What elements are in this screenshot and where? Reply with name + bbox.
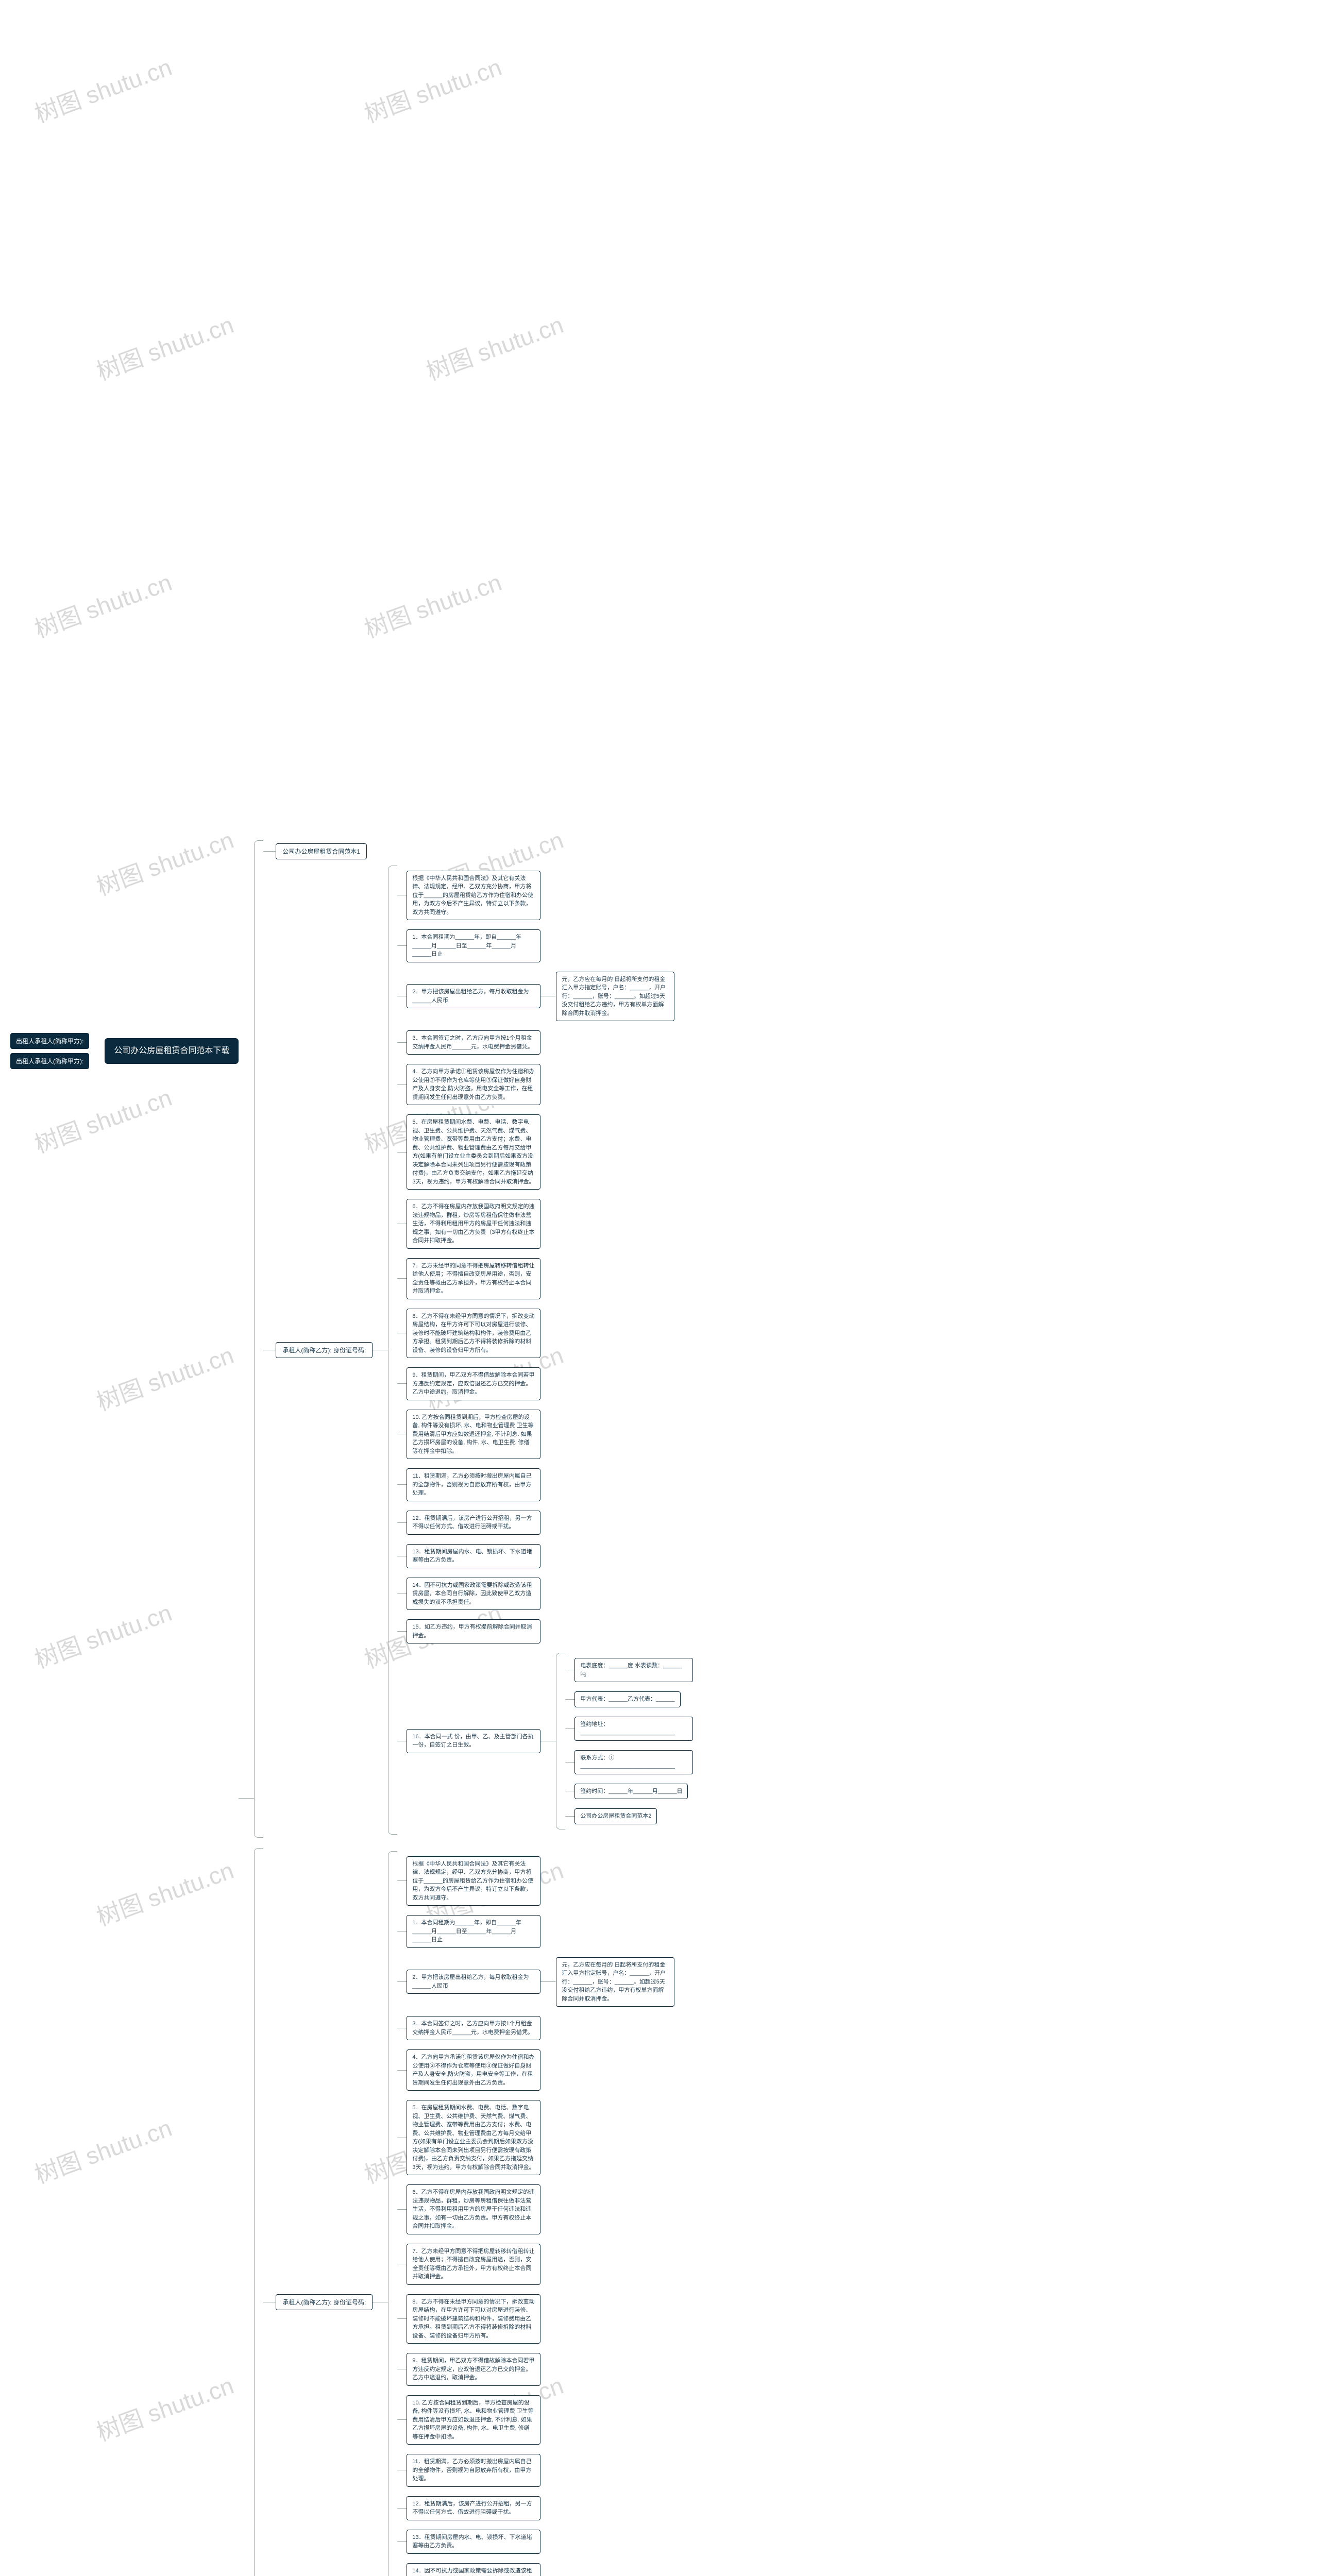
s1-clause-2-sub: 元，乙方应在每月的 日起将所支付的租金汇入甲方指定账号，户名：______，开户… bbox=[556, 972, 674, 1022]
s1-16-meter: 电表底度：______度 水表读数：______吨 bbox=[574, 1658, 693, 1682]
s2-clause-7: 7．乙方未经甲方同意不得把房屋转移转借租转让给他人使用；不得擅自改变房屋用途，否… bbox=[407, 2244, 540, 2285]
s1-clause-14: 14．因不可抗力或国家政策需要拆除或改造该租赁房屋，本合同自行解除，因此致使甲乙… bbox=[407, 1578, 540, 1611]
s2-intro: 根据《中华人民共和国合同法》及其它有关法律、法规规定，经甲、乙双方充分协商，甲方… bbox=[407, 1856, 540, 1906]
section2-lessee: 承租人(简称乙方): 身份证号码: bbox=[276, 2294, 373, 2310]
s1-16-address: 签约地址：______________________________ bbox=[574, 1717, 693, 1741]
section1-clauses: 根据《中华人民共和国合同法》及其它有关法律、法规规定，经甲、乙双方充分协商，甲方… bbox=[397, 866, 693, 1835]
s2-clause-2: 2．甲方把该房屋出租给乙方，每月收取租金为______人民币 bbox=[407, 1970, 540, 1994]
s2-clause-4: 4．乙方向甲方承诺①租赁该房屋仅作为住宿和办公使用②不得作为仓库等使用③保证做好… bbox=[407, 2049, 540, 2091]
s2-clause-2-sub: 元，乙方应在每月的 日起将所支付的租金汇入甲方指定账号，户名：______，开户… bbox=[556, 1957, 674, 2007]
s2-clause-14: 14．因不可抗力或国家政策需要拆除或改造该租赁房屋，本合同自行解除，因此致使甲乙… bbox=[407, 2563, 540, 2576]
s2-clause-1: 1．本合同租期为______年，即自______年______月______日至… bbox=[407, 1915, 540, 1948]
s1-clause-4: 4．乙方向甲方承诺①租赁该房屋仅作为住宿和办公使用②不得作为仓库等使用③保证做好… bbox=[407, 1064, 540, 1105]
s2-clause-3: 3．本合同签订之时，乙方应向甲方按1个月租金交纳押金人民币______元，水电费… bbox=[407, 2016, 540, 2040]
mindmap-root-container: 出租人承租人(简称甲方): 出租人承租人(简称甲方): 公司办公房屋租赁合同范本… bbox=[10, 21, 1309, 2576]
s1-clause-9: 9．租赁期间，甲乙双方不得借故解除本合同若甲方违反约定规定，应双倍退还乙方已交的… bbox=[407, 1367, 540, 1400]
s1-clause-5: 5．在房屋租赁期间水费、电费、电话、数字电视、卫生费、公共维护费、天然气费、煤气… bbox=[407, 1114, 540, 1190]
s2-clause-13: 13．租赁期间房屋内水、电、锁损坏、下水道堵塞等由乙方负责。 bbox=[407, 2530, 540, 2554]
s1-16-date: 签约时间：______年______月______日 bbox=[574, 1784, 688, 1800]
s1-clause-16: 16．本合同一式 份，由甲、乙、及主管部门各执一份，自签订之日生效。 bbox=[407, 1729, 540, 1753]
bracket bbox=[388, 866, 397, 1835]
s1-clause-16-subs: 电表底度：______度 水表读数：______吨 甲方代表：______乙方代… bbox=[565, 1653, 693, 1829]
s1-intro: 根据《中华人民共和国合同法》及其它有关法律、法规规定，经甲、乙双方充分协商，甲方… bbox=[407, 871, 540, 921]
s1-16-contact: 联系方式：① ______________________________ bbox=[574, 1750, 693, 1774]
s2-clause-5: 5．在房屋租赁期间水费、电费、电话、数字电视、卫生费、公共维护费、天然气费、煤气… bbox=[407, 2100, 540, 2175]
section2-clauses: 根据《中华人民共和国合同法》及其它有关法律、法规规定，经甲、乙双方充分协商，甲方… bbox=[397, 1851, 693, 2576]
s1-clause-12: 12．租赁期满后，该房产进行公开招租，另一方不得以任何方式、借故进行阻碍或干扰。 bbox=[407, 1511, 540, 1535]
section1-header: 公司办公房屋租赁合同范本1 bbox=[276, 843, 367, 859]
s1-clause-7: 7．乙方未经甲的同意不得把房屋转移转借租转让给他人使用；不得擅自改变房屋用途，否… bbox=[407, 1258, 540, 1299]
s1-16-reps: 甲方代表：______乙方代表：______ bbox=[574, 1691, 680, 1707]
left-stub-lessor-1: 出租人承租人(简称甲方): bbox=[10, 1033, 89, 1049]
section-1: 公司办公房屋租赁合同范本1 承租人(简称乙方): 身份证号码: 根据《中华人民共… bbox=[254, 840, 693, 1838]
section-2: 承租人(简称乙方): 身份证号码: 根据《中华人民共和国合同法》及其它有关法律、… bbox=[254, 1848, 693, 2576]
s1-clause-8: 8．乙方不得在未经甲方同意的情况下，拆改变动房屋结构，在甲方许可下可以对房屋进行… bbox=[407, 1309, 540, 1359]
section1-lessee: 承租人(简称乙方): 身份证号码: bbox=[276, 1342, 373, 1358]
s1-clause-1: 1．本合同租期为______年，即自______年______月______日至… bbox=[407, 929, 540, 962]
s2-clause-8: 8．乙方不得在未经甲方同意的情况下，拆改变动房屋结构，在甲方许可下可以对房屋进行… bbox=[407, 2294, 540, 2344]
s1-clause-13: 13．租赁期间房屋内水、电、锁损坏、下水道堵塞等由乙方负责。 bbox=[407, 1544, 540, 1568]
s2-clause-10: 10. 乙方按合同租赁到期后，甲方检查房屋的设备, 构件等没有损坏, 水、电和物… bbox=[407, 2395, 540, 2445]
s1-clause-11: 11．租赁期满，乙方必须按时搬出房屋内属自己的全部物件，否则视为自愿放弃所有权，… bbox=[407, 1468, 540, 1501]
s2-clause-9: 9．租赁期间，甲乙双方不得借故解除本合同若甲方违反约定规定，应双倍退还乙方已交的… bbox=[407, 2353, 540, 2386]
bracket bbox=[388, 1851, 397, 2576]
bracket bbox=[556, 1653, 565, 1829]
s1-clause-2: 2．甲方把该房屋出租给乙方，每月收取租金为______人民币 bbox=[407, 984, 540, 1008]
left-stub-lessor-2: 出租人承租人(简称甲方): bbox=[10, 1053, 89, 1069]
s2-clause-6: 6．乙方不得在房屋内存放我国政府明文规定的违法违规物品，群租，炒房等房租借保往做… bbox=[407, 2184, 540, 2234]
root-node: 公司办公房屋租赁合同范本下载 bbox=[105, 1038, 239, 1064]
connector bbox=[239, 1798, 254, 1799]
right-branch-column: 公司办公房屋租赁合同范本1 承租人(简称乙方): 身份证号码: 根据《中华人民共… bbox=[254, 835, 693, 2576]
s2-clause-11: 11．租赁期满，乙方必须按时搬出房屋内属自己的全部物件，否则视为自愿放弃所有权，… bbox=[407, 2454, 540, 2487]
connector bbox=[540, 1981, 556, 1982]
left-branch-column: 出租人承租人(简称甲方): 出租人承租人(简称甲方): bbox=[10, 1031, 89, 1071]
bracket bbox=[254, 1848, 263, 2576]
s2-clause-12: 12．租赁期满后，该房产进行公开招租，另一方不得以任何方式、借故进行阻碍或干扰。 bbox=[407, 2496, 540, 2520]
s1-16-template2: 公司办公房屋租赁合同范本2 bbox=[574, 1808, 657, 1824]
s1-clause-10: 10. 乙方按合同租赁到期后，甲方检查房屋的设备, 构件等没有损坏, 水、电和物… bbox=[407, 1410, 540, 1460]
bracket bbox=[254, 840, 263, 1838]
s1-clause-3: 3．本合同签订之时，乙方应向甲方按1个月租金交纳押金人民币______元，水电费… bbox=[407, 1030, 540, 1055]
s1-clause-15: 15．如乙方违约，甲方有权提前解除合同并取消押金。 bbox=[407, 1619, 540, 1643]
s1-clause-6: 6．乙方不得在房屋内存放我国政府明文规定的违法违规物品，群租，炒房等房租借保往做… bbox=[407, 1199, 540, 1249]
